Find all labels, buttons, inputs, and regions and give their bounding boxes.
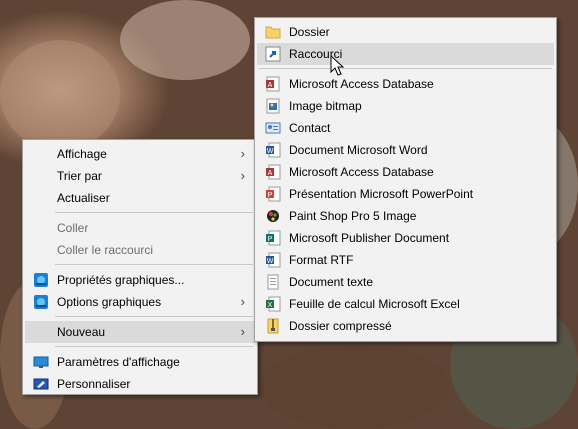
svg-text:W: W bbox=[267, 258, 274, 265]
submenu-nouveau: Dossier Raccourci A Microsoft Access Dat… bbox=[254, 17, 557, 342]
access-icon: A bbox=[265, 164, 281, 180]
svg-text:P: P bbox=[268, 192, 273, 199]
rtf-icon: W bbox=[265, 252, 281, 268]
menu-item-label: Affichage bbox=[57, 147, 107, 161]
menu-item-label: Microsoft Access Database bbox=[289, 77, 434, 91]
display-settings-icon bbox=[33, 354, 49, 370]
menu-item-label: Trier par bbox=[57, 169, 102, 183]
menu-item-label: Personnaliser bbox=[57, 377, 131, 391]
chevron-right-icon: › bbox=[240, 168, 245, 183]
menu-item-label: Dossier compressé bbox=[289, 319, 392, 333]
submenu-item-image-bitmap[interactable]: Image bitmap bbox=[257, 95, 554, 117]
menu-item-trier-par[interactable]: Trier par › bbox=[25, 165, 255, 187]
stone bbox=[120, 0, 250, 80]
zip-folder-icon bbox=[265, 318, 281, 334]
shortcut-icon bbox=[265, 46, 281, 62]
paintshop-icon bbox=[265, 208, 281, 224]
menu-item-label: Feuille de calcul Microsoft Excel bbox=[289, 297, 460, 311]
menu-item-options-graphiques[interactable]: Options graphiques › bbox=[25, 291, 255, 313]
menu-separator bbox=[55, 316, 253, 317]
mouse-cursor-icon bbox=[330, 55, 344, 76]
submenu-item-text-document[interactable]: Document texte bbox=[257, 271, 554, 293]
access-icon: A bbox=[265, 76, 281, 92]
submenu-item-zip-folder[interactable]: Dossier compressé bbox=[257, 315, 554, 337]
submenu-item-excel[interactable]: X Feuille de calcul Microsoft Excel bbox=[257, 293, 554, 315]
folder-icon bbox=[265, 24, 281, 40]
graphics-properties-icon bbox=[33, 272, 49, 288]
submenu-item-publisher[interactable]: P Microsoft Publisher Document bbox=[257, 227, 554, 249]
excel-icon: X bbox=[265, 296, 281, 312]
svg-text:A: A bbox=[268, 82, 273, 89]
menu-separator bbox=[55, 346, 253, 347]
menu-item-label: Paramètres d'affichage bbox=[57, 355, 180, 369]
menu-item-coller-raccourci[interactable]: Coller le raccourci bbox=[25, 239, 255, 261]
menu-item-label: Options graphiques bbox=[57, 295, 162, 309]
submenu-item-raccourci[interactable]: Raccourci bbox=[257, 43, 554, 65]
submenu-item-powerpoint[interactable]: P Présentation Microsoft PowerPoint bbox=[257, 183, 554, 205]
menu-item-affichage[interactable]: Affichage › bbox=[25, 143, 255, 165]
menu-item-label: Dossier bbox=[289, 25, 330, 39]
chevron-right-icon: › bbox=[240, 294, 245, 309]
menu-item-personnaliser[interactable]: Personnaliser bbox=[25, 373, 255, 395]
svg-text:P: P bbox=[268, 236, 273, 243]
submenu-item-contact[interactable]: Contact bbox=[257, 117, 554, 139]
submenu-item-paint-shop-pro[interactable]: Paint Shop Pro 5 Image bbox=[257, 205, 554, 227]
svg-text:X: X bbox=[268, 302, 273, 309]
desktop-context-menu: Affichage › Trier par › Actualiser Colle… bbox=[22, 139, 258, 395]
submenu-item-word-document[interactable]: W Document Microsoft Word bbox=[257, 139, 554, 161]
menu-item-label: Coller le raccourci bbox=[57, 243, 154, 257]
stone bbox=[0, 40, 120, 150]
menu-separator bbox=[55, 264, 253, 265]
menu-item-nouveau[interactable]: Nouveau › bbox=[25, 321, 255, 343]
submenu-item-access-database[interactable]: A Microsoft Access Database bbox=[257, 73, 554, 95]
text-document-icon bbox=[265, 274, 281, 290]
menu-item-label: Actualiser bbox=[57, 191, 110, 205]
menu-separator bbox=[259, 68, 552, 69]
word-icon: W bbox=[265, 142, 281, 158]
menu-item-label: Microsoft Publisher Document bbox=[289, 231, 450, 245]
submenu-item-access-database-2[interactable]: A Microsoft Access Database bbox=[257, 161, 554, 183]
chevron-right-icon: › bbox=[240, 324, 245, 339]
menu-item-parametres-affichage[interactable]: Paramètres d'affichage bbox=[25, 351, 255, 373]
menu-item-proprietes-graphiques[interactable]: Propriétés graphiques... bbox=[25, 269, 255, 291]
menu-item-label: Microsoft Access Database bbox=[289, 165, 434, 179]
menu-item-actualiser[interactable]: Actualiser bbox=[25, 187, 255, 209]
bitmap-icon bbox=[265, 98, 281, 114]
menu-item-label: Nouveau bbox=[57, 325, 106, 339]
menu-item-label: Présentation Microsoft PowerPoint bbox=[289, 187, 474, 201]
graphics-options-icon bbox=[33, 294, 49, 310]
publisher-icon: P bbox=[265, 230, 281, 246]
powerpoint-icon: P bbox=[265, 186, 281, 202]
personalize-icon bbox=[33, 376, 49, 392]
contact-icon bbox=[265, 120, 281, 136]
submenu-item-rtf[interactable]: W Format RTF bbox=[257, 249, 554, 271]
menu-item-label: Format RTF bbox=[289, 253, 354, 267]
submenu-item-dossier[interactable]: Dossier bbox=[257, 21, 554, 43]
svg-text:A: A bbox=[268, 170, 273, 177]
stone bbox=[260, 345, 450, 429]
menu-item-label: Coller bbox=[57, 221, 89, 235]
menu-item-label: Contact bbox=[289, 121, 331, 135]
menu-item-label: Document texte bbox=[289, 275, 374, 289]
menu-separator bbox=[55, 212, 253, 213]
menu-item-label: Propriétés graphiques... bbox=[57, 273, 185, 287]
svg-text:W: W bbox=[267, 148, 274, 155]
chevron-right-icon: › bbox=[240, 146, 245, 161]
menu-item-coller[interactable]: Coller bbox=[25, 217, 255, 239]
menu-item-label: Document Microsoft Word bbox=[289, 143, 428, 157]
menu-item-label: Paint Shop Pro 5 Image bbox=[289, 209, 417, 223]
menu-item-label: Image bitmap bbox=[289, 99, 362, 113]
